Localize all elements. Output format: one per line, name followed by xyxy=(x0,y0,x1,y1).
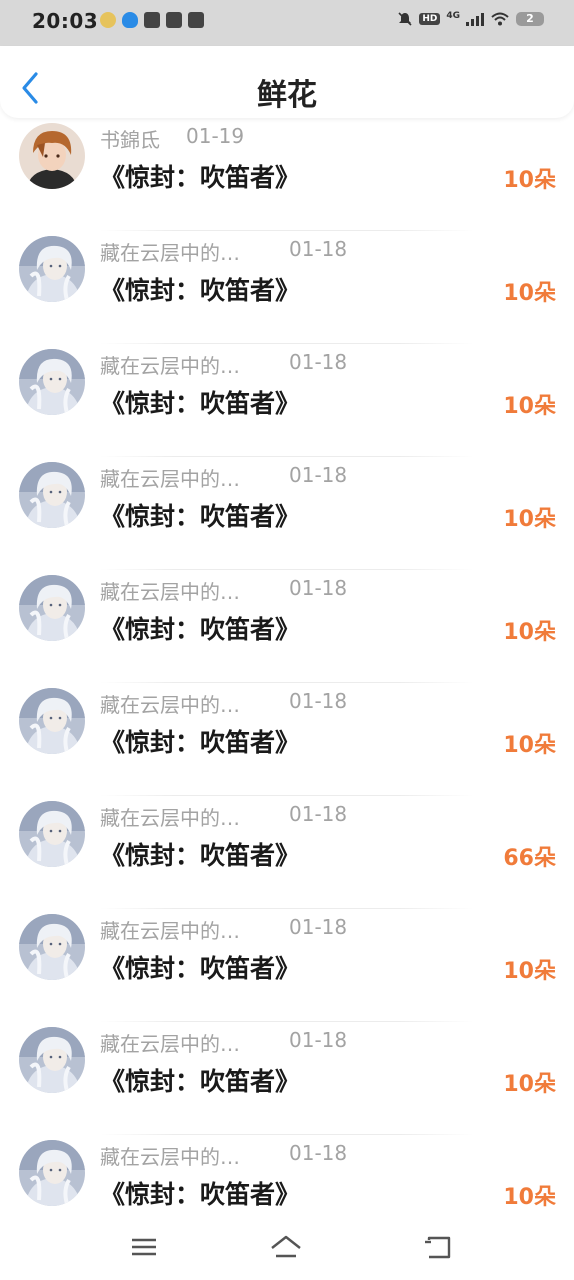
qq-icon xyxy=(122,12,138,28)
row-meta: 藏在云层中的… 01-18 xyxy=(100,1028,347,1057)
book-title: 《惊封：吹笛者》 xyxy=(100,615,301,644)
row-meta: 藏在云层中的… 01-18 xyxy=(100,915,347,944)
status-bar: 20:03 HD 4G 2 xyxy=(0,0,574,46)
page-title: 鲜花 xyxy=(257,78,317,113)
list-item-1[interactable]: 书錦氐 01-19 《惊封：吹笛者》 10朵 xyxy=(0,118,574,231)
avatar-white-hair[interactable] xyxy=(19,801,85,867)
flower-count: 10朵 xyxy=(503,1072,556,1097)
flower-count: 10朵 xyxy=(503,394,556,419)
cloud-icon xyxy=(166,12,182,28)
user-name: 藏在云层中的… xyxy=(100,354,240,378)
system-back-button[interactable] xyxy=(420,1232,456,1262)
app-notification-icon xyxy=(100,12,116,28)
row-meta: 藏在云层中的… 01-18 xyxy=(100,802,347,831)
row-meta: 藏在云层中的… 01-18 xyxy=(100,1141,347,1170)
gift-date: 01-19 xyxy=(186,124,245,148)
hd-badge: HD xyxy=(419,13,441,25)
flower-count: 10朵 xyxy=(503,168,556,193)
status-right: HD 4G 2 xyxy=(397,11,544,27)
flower-count: 10朵 xyxy=(503,959,556,984)
gift-date: 01-18 xyxy=(289,915,348,939)
gift-date: 01-18 xyxy=(289,350,348,374)
user-name: 藏在云层中的… xyxy=(100,1032,240,1056)
list-item-7[interactable]: 藏在云层中的… 01-18 《惊封：吹笛者》 66朵 xyxy=(0,796,574,909)
home-icon xyxy=(271,1235,301,1258)
list-item-9[interactable]: 藏在云层中的… 01-18 《惊封：吹笛者》 10朵 xyxy=(0,1022,574,1135)
book-title: 《惊封：吹笛者》 xyxy=(100,954,301,983)
user-name: 藏在云层中的… xyxy=(100,919,240,943)
avatar-white-hair[interactable] xyxy=(19,914,85,980)
flower-count: 10朵 xyxy=(503,507,556,532)
row-meta: 书錦氐 01-19 xyxy=(100,124,244,153)
avatar-white-hair[interactable] xyxy=(19,462,85,528)
book-title: 《惊封：吹笛者》 xyxy=(100,841,301,870)
user-name: 藏在云层中的… xyxy=(100,806,240,830)
user-name: 藏在云层中的… xyxy=(100,241,240,265)
gift-date: 01-18 xyxy=(289,463,348,487)
row-meta: 藏在云层中的… 01-18 xyxy=(100,350,347,379)
avatar-white-hair[interactable] xyxy=(19,1027,85,1093)
mute-icon xyxy=(398,12,412,26)
notification-icons xyxy=(100,12,204,28)
avatar-white-hair[interactable] xyxy=(19,349,85,415)
video-icon xyxy=(144,12,160,28)
network-type: 4G xyxy=(446,11,460,21)
flower-count: 10朵 xyxy=(503,281,556,306)
row-meta: 藏在云层中的… 01-18 xyxy=(100,576,347,605)
list-item-5[interactable]: 藏在云层中的… 01-18 《惊封：吹笛者》 10朵 xyxy=(0,570,574,683)
list-item-4[interactable]: 藏在云层中的… 01-18 《惊封：吹笛者》 10朵 xyxy=(0,457,574,570)
book-title: 《惊封：吹笛者》 xyxy=(100,163,301,192)
flower-count: 10朵 xyxy=(503,733,556,758)
user-name: 藏在云层中的… xyxy=(100,467,240,491)
gift-date: 01-18 xyxy=(289,576,348,600)
gift-date: 01-18 xyxy=(289,689,348,713)
book-title: 《惊封：吹笛者》 xyxy=(100,389,301,418)
avatar-white-hair[interactable] xyxy=(19,236,85,302)
menu-icon xyxy=(132,1238,156,1256)
menu-button[interactable] xyxy=(126,1232,162,1262)
book-title: 《惊封：吹笛者》 xyxy=(100,1067,301,1096)
back-icon xyxy=(425,1236,451,1259)
row-meta: 藏在云层中的… 01-18 xyxy=(100,689,347,718)
avatar-brown-hair[interactable] xyxy=(19,123,85,189)
list-item-8[interactable]: 藏在云层中的… 01-18 《惊封：吹笛者》 10朵 xyxy=(0,909,574,1022)
user-name: 藏在云层中的… xyxy=(100,693,240,717)
row-meta: 藏在云层中的… 01-18 xyxy=(100,463,347,492)
wifi-icon xyxy=(491,12,509,26)
book-title: 《惊封：吹笛者》 xyxy=(100,1180,301,1209)
gift-list: 书錦氐 01-19 《惊封：吹笛者》 10朵 藏在云层中的… 01-18 《惊封… xyxy=(0,118,574,1248)
avatar-white-hair[interactable] xyxy=(19,688,85,754)
flower-count: 10朵 xyxy=(503,1185,556,1210)
avatar-white-hair[interactable] xyxy=(19,575,85,641)
user-name: 藏在云层中的… xyxy=(100,580,240,604)
header: 鲜花 xyxy=(0,46,574,118)
book-icon xyxy=(188,12,204,28)
user-name: 藏在云层中的… xyxy=(100,1145,240,1169)
gift-date: 01-18 xyxy=(289,802,348,826)
list-item-2[interactable]: 藏在云层中的… 01-18 《惊封：吹笛者》 10朵 xyxy=(0,231,574,344)
home-button[interactable] xyxy=(268,1232,304,1262)
gift-date: 01-18 xyxy=(289,237,348,261)
book-title: 《惊封：吹笛者》 xyxy=(100,502,301,531)
signal-icon xyxy=(466,12,484,26)
list-item-3[interactable]: 藏在云层中的… 01-18 《惊封：吹笛者》 10朵 xyxy=(0,344,574,457)
battery-icon: 2 xyxy=(516,12,544,26)
status-time: 20:03 xyxy=(32,9,99,33)
flower-count: 66朵 xyxy=(503,846,556,871)
book-title: 《惊封：吹笛者》 xyxy=(100,728,301,757)
gift-date: 01-18 xyxy=(289,1141,348,1165)
system-nav-bar xyxy=(0,1220,574,1280)
gift-date: 01-18 xyxy=(289,1028,348,1052)
row-meta: 藏在云层中的… 01-18 xyxy=(100,237,347,266)
flower-count: 10朵 xyxy=(503,620,556,645)
list-item-6[interactable]: 藏在云层中的… 01-18 《惊封：吹笛者》 10朵 xyxy=(0,683,574,796)
avatar-white-hair[interactable] xyxy=(19,1140,85,1206)
user-name: 书錦氐 xyxy=(100,128,160,152)
book-title: 《惊封：吹笛者》 xyxy=(100,276,301,305)
